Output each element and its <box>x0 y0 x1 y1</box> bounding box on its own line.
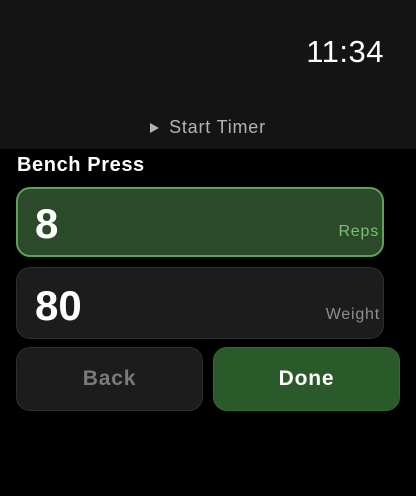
start-timer-button[interactable]: Start Timer <box>0 117 416 138</box>
play-icon <box>150 123 160 133</box>
weight-value: 80 <box>35 282 82 329</box>
reps-field[interactable]: 8 Reps <box>16 187 384 257</box>
reps-value: 8 <box>35 200 59 247</box>
start-timer-label: Start Timer <box>169 117 266 137</box>
weight-field[interactable]: 80 Weight <box>16 267 384 339</box>
header-panel: 11:34 Start Timer <box>0 0 416 149</box>
exercise-title: Bench Press <box>17 154 145 176</box>
reps-label: Reps <box>338 223 379 240</box>
weight-label: Weight <box>325 306 380 323</box>
done-button[interactable]: Done <box>213 347 400 411</box>
back-button[interactable]: Back <box>16 347 203 411</box>
clock: 11:34 <box>306 34 384 69</box>
